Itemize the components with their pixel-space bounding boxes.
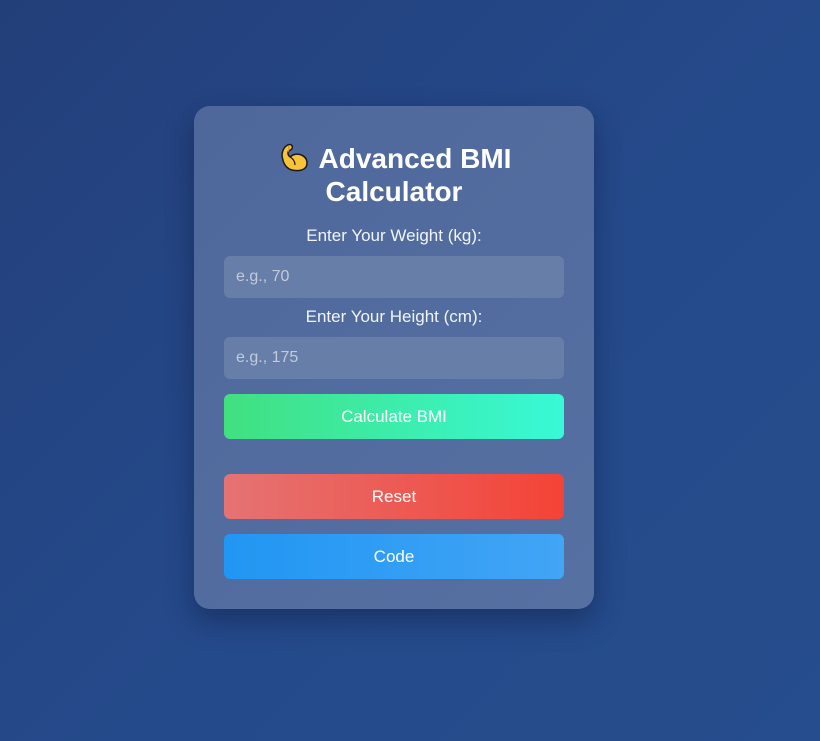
bmi-calculator-card: Advanced BMI Calculator Enter Your Weigh… <box>194 106 594 609</box>
title-line-1: Advanced BMI <box>194 140 594 175</box>
height-input[interactable] <box>224 337 564 379</box>
reset-button[interactable]: Reset <box>224 474 564 519</box>
height-label: Enter Your Height (cm): <box>305 307 483 326</box>
weight-label: Enter Your Weight (kg): <box>306 226 482 245</box>
code-button[interactable]: Code <box>224 534 564 579</box>
page-title: Advanced BMI Calculator <box>194 140 594 208</box>
weight-input[interactable] <box>224 256 564 298</box>
title-text-line-2: Calculator <box>325 176 463 207</box>
title-text-line-1: Advanced BMI <box>318 143 512 174</box>
calculate-bmi-button[interactable]: Calculate BMI <box>224 394 564 439</box>
flexed-biceps-icon <box>280 143 308 172</box>
